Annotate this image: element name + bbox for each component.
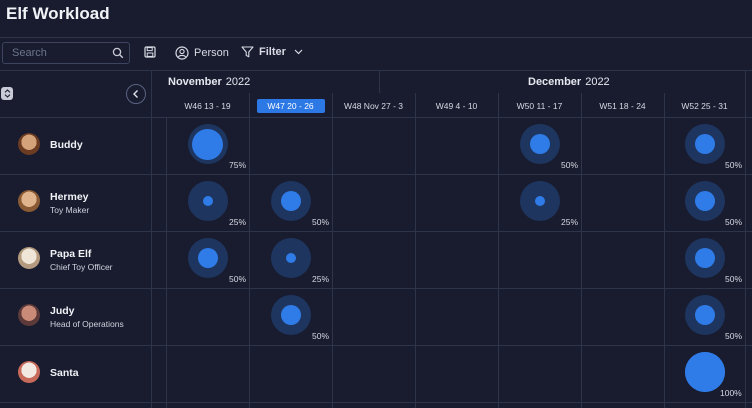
- search-input[interactable]: [3, 46, 114, 60]
- workload-percent: 50%: [725, 331, 743, 341]
- workload-percent: 25%: [229, 217, 247, 227]
- person-button-label: Person: [194, 47, 229, 59]
- workload-bubble[interactable]: [519, 124, 560, 164]
- search-box: [2, 42, 130, 64]
- person-name: Santa: [50, 367, 79, 379]
- workload-bubble[interactable]: [684, 238, 725, 278]
- week-label: W50 11 - 17: [516, 100, 563, 111]
- workload-bubble[interactable]: [187, 124, 228, 164]
- workload-bubble[interactable]: [187, 238, 228, 278]
- workload-percent: 75%: [229, 160, 247, 170]
- month-divider: [745, 70, 746, 93]
- person-row[interactable]: Hermey Toy Maker: [0, 174, 151, 231]
- workload-bubble[interactable]: [187, 181, 228, 221]
- grid-column-line: [581, 93, 582, 408]
- workload-percent: 50%: [725, 217, 743, 227]
- week-column-header[interactable]: W52 25 - 31: [664, 94, 745, 117]
- grid-column-line: [498, 93, 499, 408]
- workload-percent: 100%: [720, 388, 742, 398]
- avatar: [18, 190, 40, 212]
- person-role: Toy Maker: [50, 205, 90, 215]
- person-name: Buddy: [50, 139, 83, 151]
- workload-percent: 50%: [561, 160, 579, 170]
- grid-column-line: [745, 93, 746, 408]
- week-label: W49 4 - 10: [435, 100, 478, 111]
- save-icon: [144, 46, 156, 58]
- month-label-december: December 2022: [528, 76, 610, 88]
- avatar: [18, 304, 40, 326]
- week-column-header[interactable]: W46 13 - 19: [166, 94, 249, 117]
- panel-divider: [151, 70, 152, 408]
- sort-toggle-icon[interactable]: [1, 87, 13, 100]
- filter-icon: [241, 46, 254, 58]
- workload-bubble[interactable]: [270, 181, 311, 221]
- person-role: Head of Operations: [50, 319, 124, 329]
- grid-column-line: [664, 93, 665, 408]
- week-label: W52 25 - 31: [681, 100, 728, 111]
- workload-percent: 50%: [725, 274, 743, 284]
- page-title: Elf Workload: [6, 4, 110, 23]
- person-row[interactable]: Santa: [0, 345, 151, 402]
- search-icon[interactable]: [112, 47, 124, 59]
- workload-bubble[interactable]: [684, 124, 725, 164]
- week-column-header[interactable]: W50 11 - 17: [498, 94, 581, 117]
- person-row[interactable]: Buddy: [0, 117, 151, 174]
- workload-percent: 50%: [725, 160, 743, 170]
- avatar: [18, 247, 40, 269]
- workload-percent: 50%: [312, 331, 330, 341]
- person-row[interactable]: Papa Elf Chief Toy Officer: [0, 231, 151, 288]
- timeline-header: November 2022 December 2022 W46 13 - 19 W47…: [151, 70, 752, 117]
- week-label: W47 20 - 26: [256, 98, 325, 113]
- week-column-header[interactable]: W49 4 - 10: [415, 94, 498, 117]
- save-view-button[interactable]: [144, 46, 156, 58]
- person-row[interactable]: Judy Head of Operations: [0, 288, 151, 345]
- grid-column-line: [166, 117, 167, 408]
- week-column-header[interactable]: W47 20 - 26: [249, 94, 332, 117]
- grid-column-line: [249, 93, 250, 408]
- month-divider: [379, 70, 380, 93]
- collapse-panel-button[interactable]: [126, 84, 146, 104]
- week-column-header[interactable]: W48 Nov 27 - 3: [332, 94, 415, 117]
- person-button[interactable]: Person: [175, 46, 229, 60]
- person-role: Chief Toy Officer: [50, 262, 113, 272]
- filter-button[interactable]: Filter: [241, 46, 303, 58]
- week-label: W51 18 - 24: [599, 100, 646, 111]
- workload-percent: 50%: [229, 274, 247, 284]
- person-icon: [175, 46, 189, 60]
- grid-column-line: [332, 93, 333, 408]
- workload-bubble[interactable]: [684, 181, 725, 221]
- week-column-header[interactable]: W51 18 - 24: [581, 94, 664, 117]
- week-label: W46 13 - 19: [184, 100, 231, 111]
- person-name: Hermey: [50, 191, 89, 203]
- workload-bubble[interactable]: [519, 181, 560, 221]
- avatar: [18, 361, 40, 383]
- workload-percent: 25%: [312, 274, 330, 284]
- grid-column-line: [415, 93, 416, 408]
- workload-bubble[interactable]: [684, 352, 725, 392]
- week-label: W48 Nov 27 - 3: [343, 100, 404, 111]
- filter-button-label: Filter: [259, 46, 286, 58]
- workload-percent: 50%: [312, 217, 330, 227]
- workload-bubble[interactable]: [270, 238, 311, 278]
- month-label-november: November 2022: [168, 76, 251, 88]
- toolbar: Person Filter: [0, 38, 752, 70]
- chevron-down-icon: [294, 49, 303, 55]
- avatar: [18, 133, 40, 155]
- person-name: Judy: [50, 305, 75, 317]
- chevron-left-icon: [133, 90, 138, 98]
- person-name: Papa Elf: [50, 248, 92, 260]
- row-divider: [0, 402, 752, 403]
- workload-bubble[interactable]: [684, 295, 725, 335]
- workload-percent: 25%: [561, 217, 579, 227]
- workload-bubble[interactable]: [270, 295, 311, 335]
